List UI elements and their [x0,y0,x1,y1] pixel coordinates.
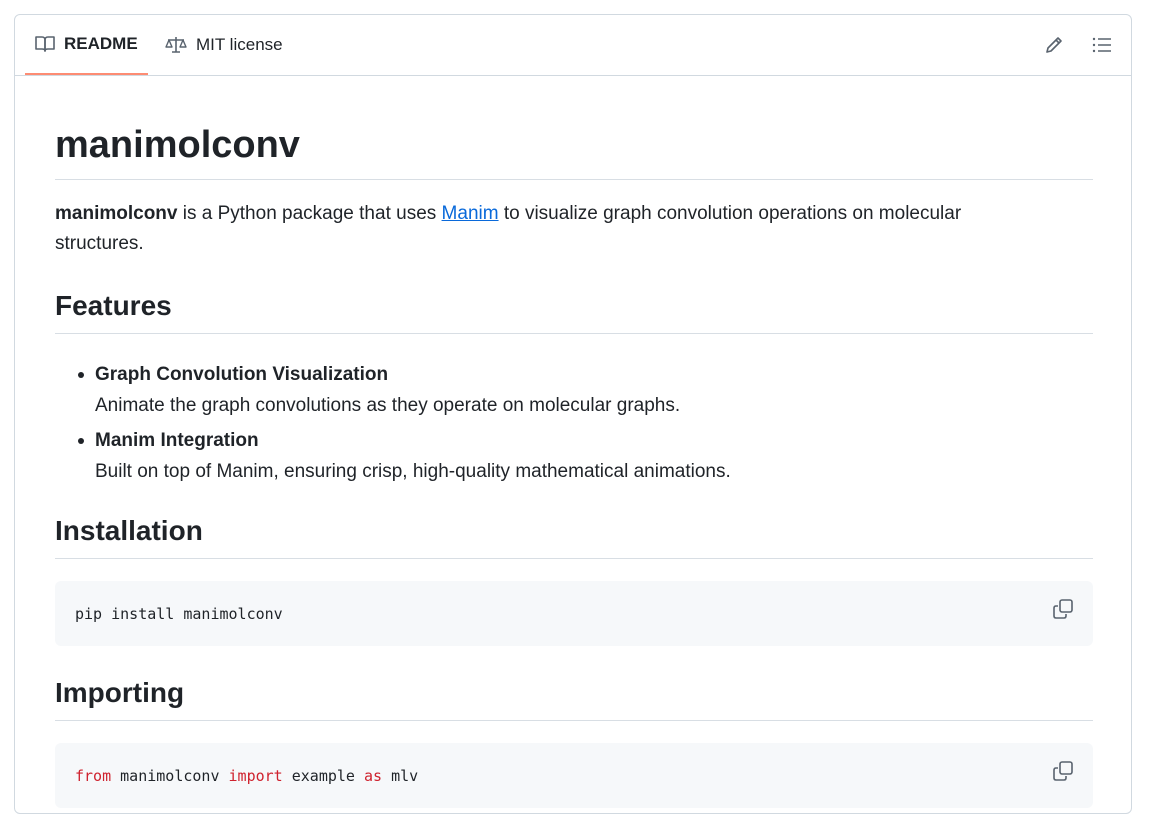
install-code-block: pip install manimolconv [55,581,1093,646]
feature-title: Graph Convolution Visualization [95,364,389,385]
code-keyword: import [228,766,283,785]
importing-heading: Importing [55,675,1093,721]
tab-readme-label: README [64,34,138,53]
law-icon [165,37,187,53]
copy-button[interactable] [1051,759,1075,783]
install-code: pip install manimolconv [75,604,283,623]
edit-button[interactable] [1040,31,1068,59]
outline-button[interactable] [1088,31,1116,59]
feature-desc: Animate the graph convolutions as they o… [95,395,681,416]
copy-button[interactable] [1051,597,1075,621]
tab-license-label: MIT license [196,35,283,54]
feature-title: Manim Integration [95,430,259,451]
import-code-block: from manimolconv import example as mlv [55,743,1093,808]
code-keyword: as [364,766,383,785]
intro-text-before: is a Python package that uses [177,203,442,224]
feature-desc: Built on top of Manim, ensuring crisp, h… [95,461,731,482]
tab-license[interactable]: MIT license [155,15,293,75]
features-list: Graph Convolution Visualization Animate … [55,359,731,491]
manim-link[interactable]: Manim [442,203,499,224]
copy-icon [1053,599,1073,619]
tab-readme[interactable]: README [25,15,148,75]
page-title: manimolconv [55,123,1093,180]
code-module: manimolconv [111,766,229,785]
intro-paragraph: manimolconv is a Python package that use… [55,199,1055,259]
list-item: Manim Integration Built on top of Manim,… [55,425,731,487]
list-item: Graph Convolution Visualization Animate … [55,359,731,421]
code-keyword: from [75,766,112,785]
pencil-icon [1046,37,1062,53]
copy-icon [1053,761,1073,781]
intro-bold: manimolconv [55,203,178,224]
code-alias: mlv [382,766,419,785]
list-icon [1092,37,1111,53]
readme-tabbar: README MIT license [15,15,1131,76]
import-code: from manimolconv import example as mlv [75,767,418,785]
features-heading: Features [55,288,1093,334]
book-icon [35,36,55,52]
installation-heading: Installation [55,513,1093,559]
readme-panel: README MIT license manimolconv manimolco… [14,14,1132,814]
code-name: example [282,766,364,785]
